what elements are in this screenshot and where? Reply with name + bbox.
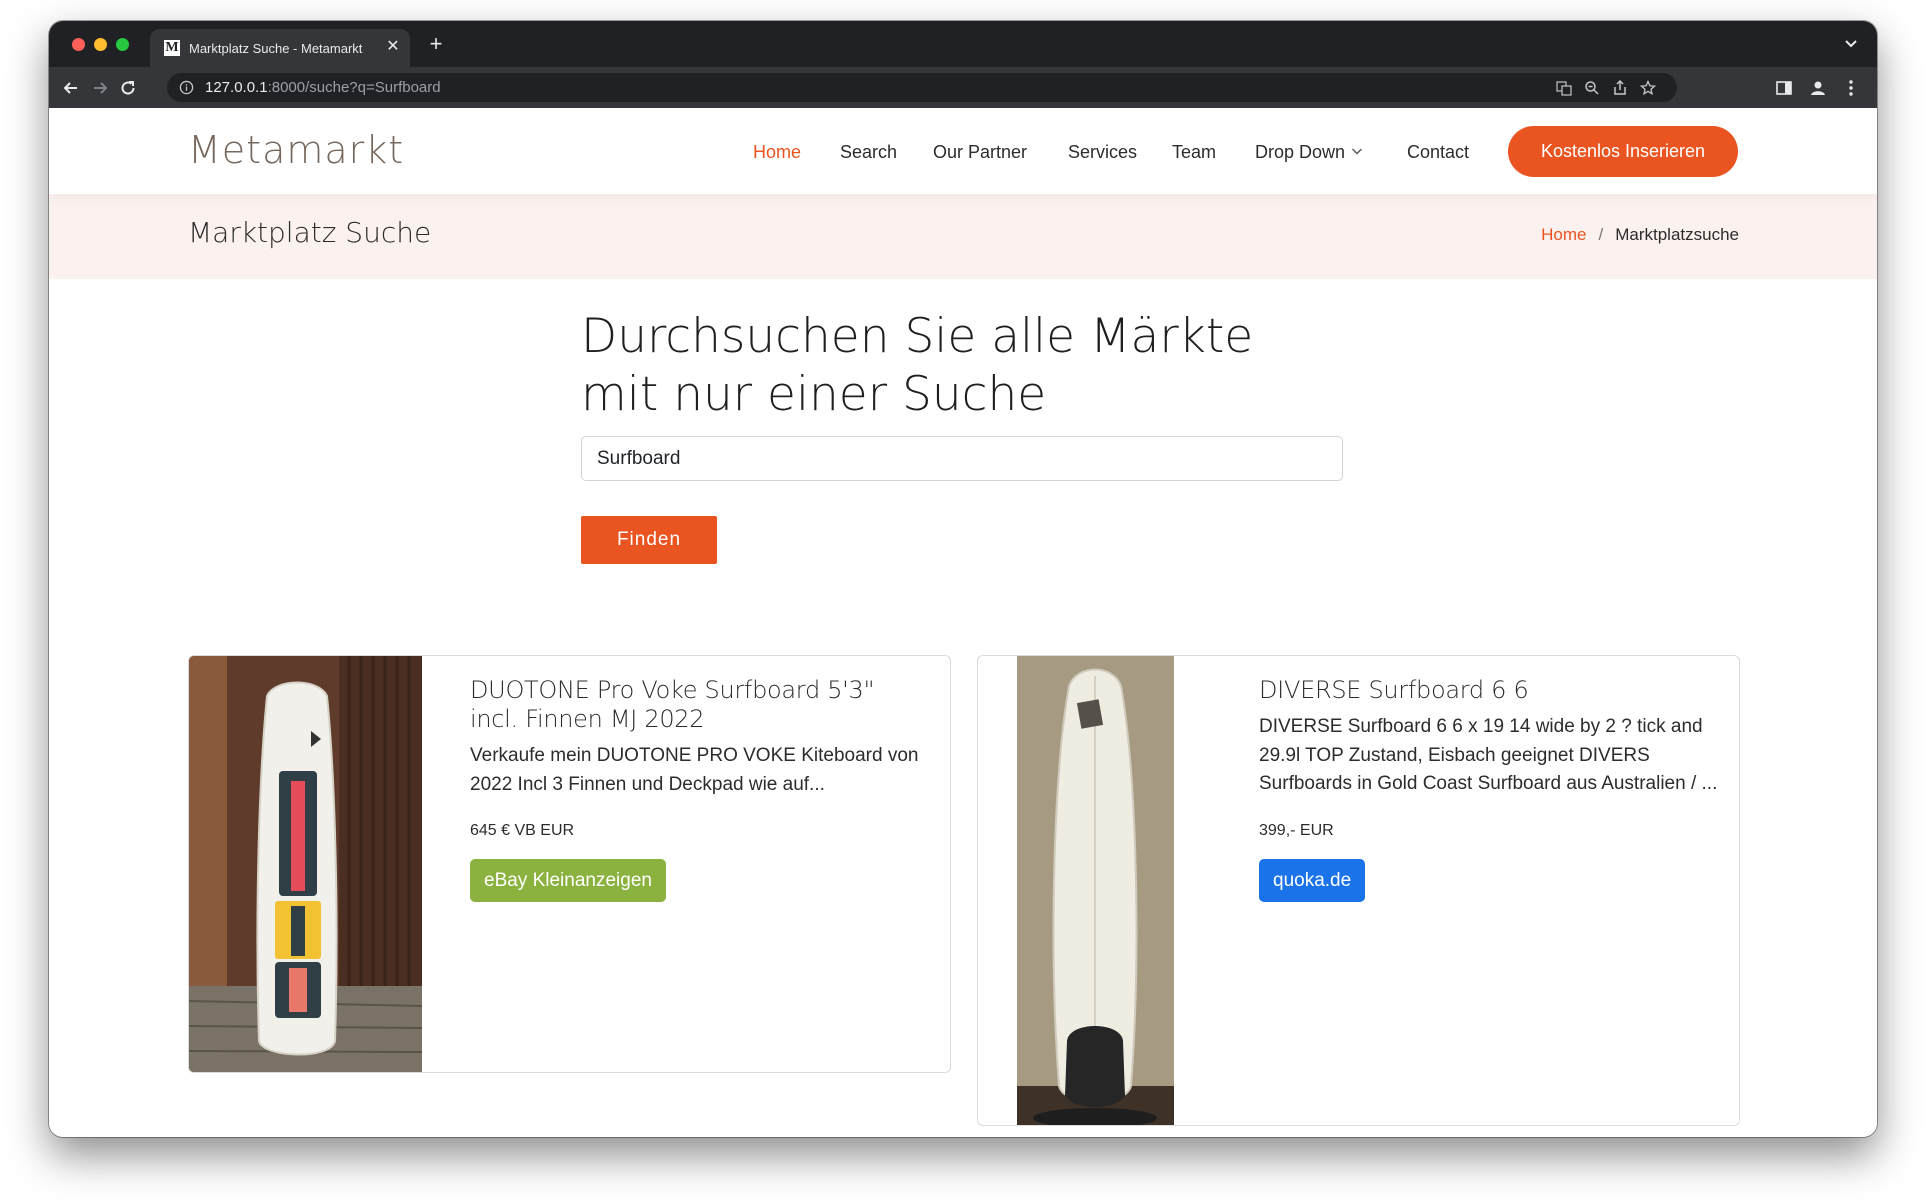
listing-body: DUOTONE Pro Voke Surfboard 5'3" incl. Fi… [470, 676, 920, 902]
close-tab-icon[interactable]: ✕ [384, 38, 402, 56]
listing-description: DIVERSE Surfboard 6 6 x 19 14 wide by 2 … [1259, 716, 1718, 794]
listing-price: 645 € VB EUR [470, 822, 575, 839]
breadcrumb-current: Marktplatzsuche [1615, 225, 1739, 244]
nav-home[interactable]: Home [753, 140, 801, 164]
nav-services[interactable]: Services [1068, 140, 1137, 164]
reload-icon[interactable] [118, 78, 138, 98]
url-host: 127.0.0.1 [205, 79, 268, 96]
surfboard-photo [1017, 656, 1174, 1125]
zoom-icon[interactable] [1584, 80, 1600, 96]
close-window-button[interactable] [72, 38, 85, 51]
tab-search-chevron-icon[interactable] [1843, 35, 1859, 51]
breadcrumb-home-link[interactable]: Home [1541, 225, 1586, 244]
bookmark-star-icon[interactable] [1640, 80, 1656, 96]
browser-tab[interactable]: M Marktplatz Suche - Metamarkt ✕ [150, 29, 410, 67]
new-tab-icon[interactable]: + [424, 32, 448, 56]
browser-toolbar: 127.0.0.1:8000/suche?q=Surfboard [49, 67, 1877, 108]
page-viewport: Metamarkt Home Search Our Partner Servic… [49, 108, 1877, 1137]
nav-our-partner[interactable]: Our Partner [933, 140, 1027, 164]
nav-drop-down[interactable]: Drop Down [1255, 140, 1363, 164]
listing-image[interactable] [189, 656, 422, 1072]
back-arrow-icon[interactable] [61, 78, 81, 98]
search-headline: Durchsuchen Sie alle Märkte mit nur eine… [581, 309, 1254, 422]
breadcrumb-separator: / [1598, 225, 1604, 244]
nav-team[interactable]: Team [1172, 140, 1216, 164]
zoom-window-button[interactable] [116, 38, 129, 51]
profile-icon[interactable] [1808, 78, 1828, 98]
listing-body: DIVERSE Surfboard 6 6 DIVERSE Surfboard … [1259, 676, 1719, 902]
tab-strip: M Marktplatz Suche - Metamarkt ✕ + [49, 21, 1877, 67]
breadcrumb: Home / Marktplatzsuche [1541, 224, 1739, 246]
address-bar[interactable]: 127.0.0.1:8000/suche?q=Surfboard [167, 73, 1677, 102]
listing-description: Verkaufe mein DUOTONE PRO VOKE Kiteboard… [470, 745, 919, 795]
listing-price: 399,- EUR [1259, 821, 1334, 839]
result-card[interactable]: DIVERSE Surfboard 6 6 DIVERSE Surfboard … [977, 655, 1740, 1126]
forward-arrow-icon[interactable] [90, 78, 110, 98]
listing-image[interactable] [1017, 656, 1174, 1125]
site-favicon-icon: M [164, 40, 180, 56]
kiteboard-photo [189, 656, 422, 1072]
url-text: 127.0.0.1:8000/suche?q=Surfboard [205, 79, 441, 96]
browser-window: M Marktplatz Suche - Metamarkt ✕ + 127.0… [49, 21, 1877, 1137]
nav-contact[interactable]: Contact [1407, 140, 1469, 164]
browser-menu-icon[interactable] [1841, 78, 1861, 98]
url-path: :8000/suche?q=Surfboard [267, 79, 441, 96]
page-title-bar: Marktplatz Suche Home / Marktplatzsuche [49, 194, 1877, 279]
site-info-icon[interactable] [179, 80, 194, 95]
side-panel-icon[interactable] [1774, 78, 1794, 98]
nav-search[interactable]: Search [840, 140, 897, 164]
result-card[interactable]: DUOTONE Pro Voke Surfboard 5'3" incl. Fi… [188, 655, 951, 1073]
source-badge-quoka[interactable]: quoka.de [1259, 858, 1366, 902]
nav-drop-down-label: Drop Down [1255, 142, 1346, 162]
post-ad-button[interactable]: Kostenlos Inserieren [1508, 126, 1738, 177]
page-title: Marktplatz Suche [188, 216, 432, 249]
site-header: Metamarkt Home Search Our Partner Servic… [49, 108, 1877, 194]
listing-title[interactable]: DIVERSE Surfboard 6 6 [1259, 676, 1719, 705]
share-icon[interactable] [1612, 80, 1628, 96]
minimize-window-button[interactable] [94, 38, 107, 51]
search-input[interactable] [581, 436, 1343, 481]
chevron-down-icon [1352, 148, 1363, 155]
listing-title[interactable]: DUOTONE Pro Voke Surfboard 5'3" incl. Fi… [470, 676, 920, 734]
find-button[interactable]: Finden [581, 516, 717, 564]
translate-icon[interactable] [1556, 80, 1572, 96]
source-badge-ebay[interactable]: eBay Kleinanzeigen [470, 859, 666, 902]
tab-title: Marktplatz Suche - Metamarkt [189, 41, 363, 56]
